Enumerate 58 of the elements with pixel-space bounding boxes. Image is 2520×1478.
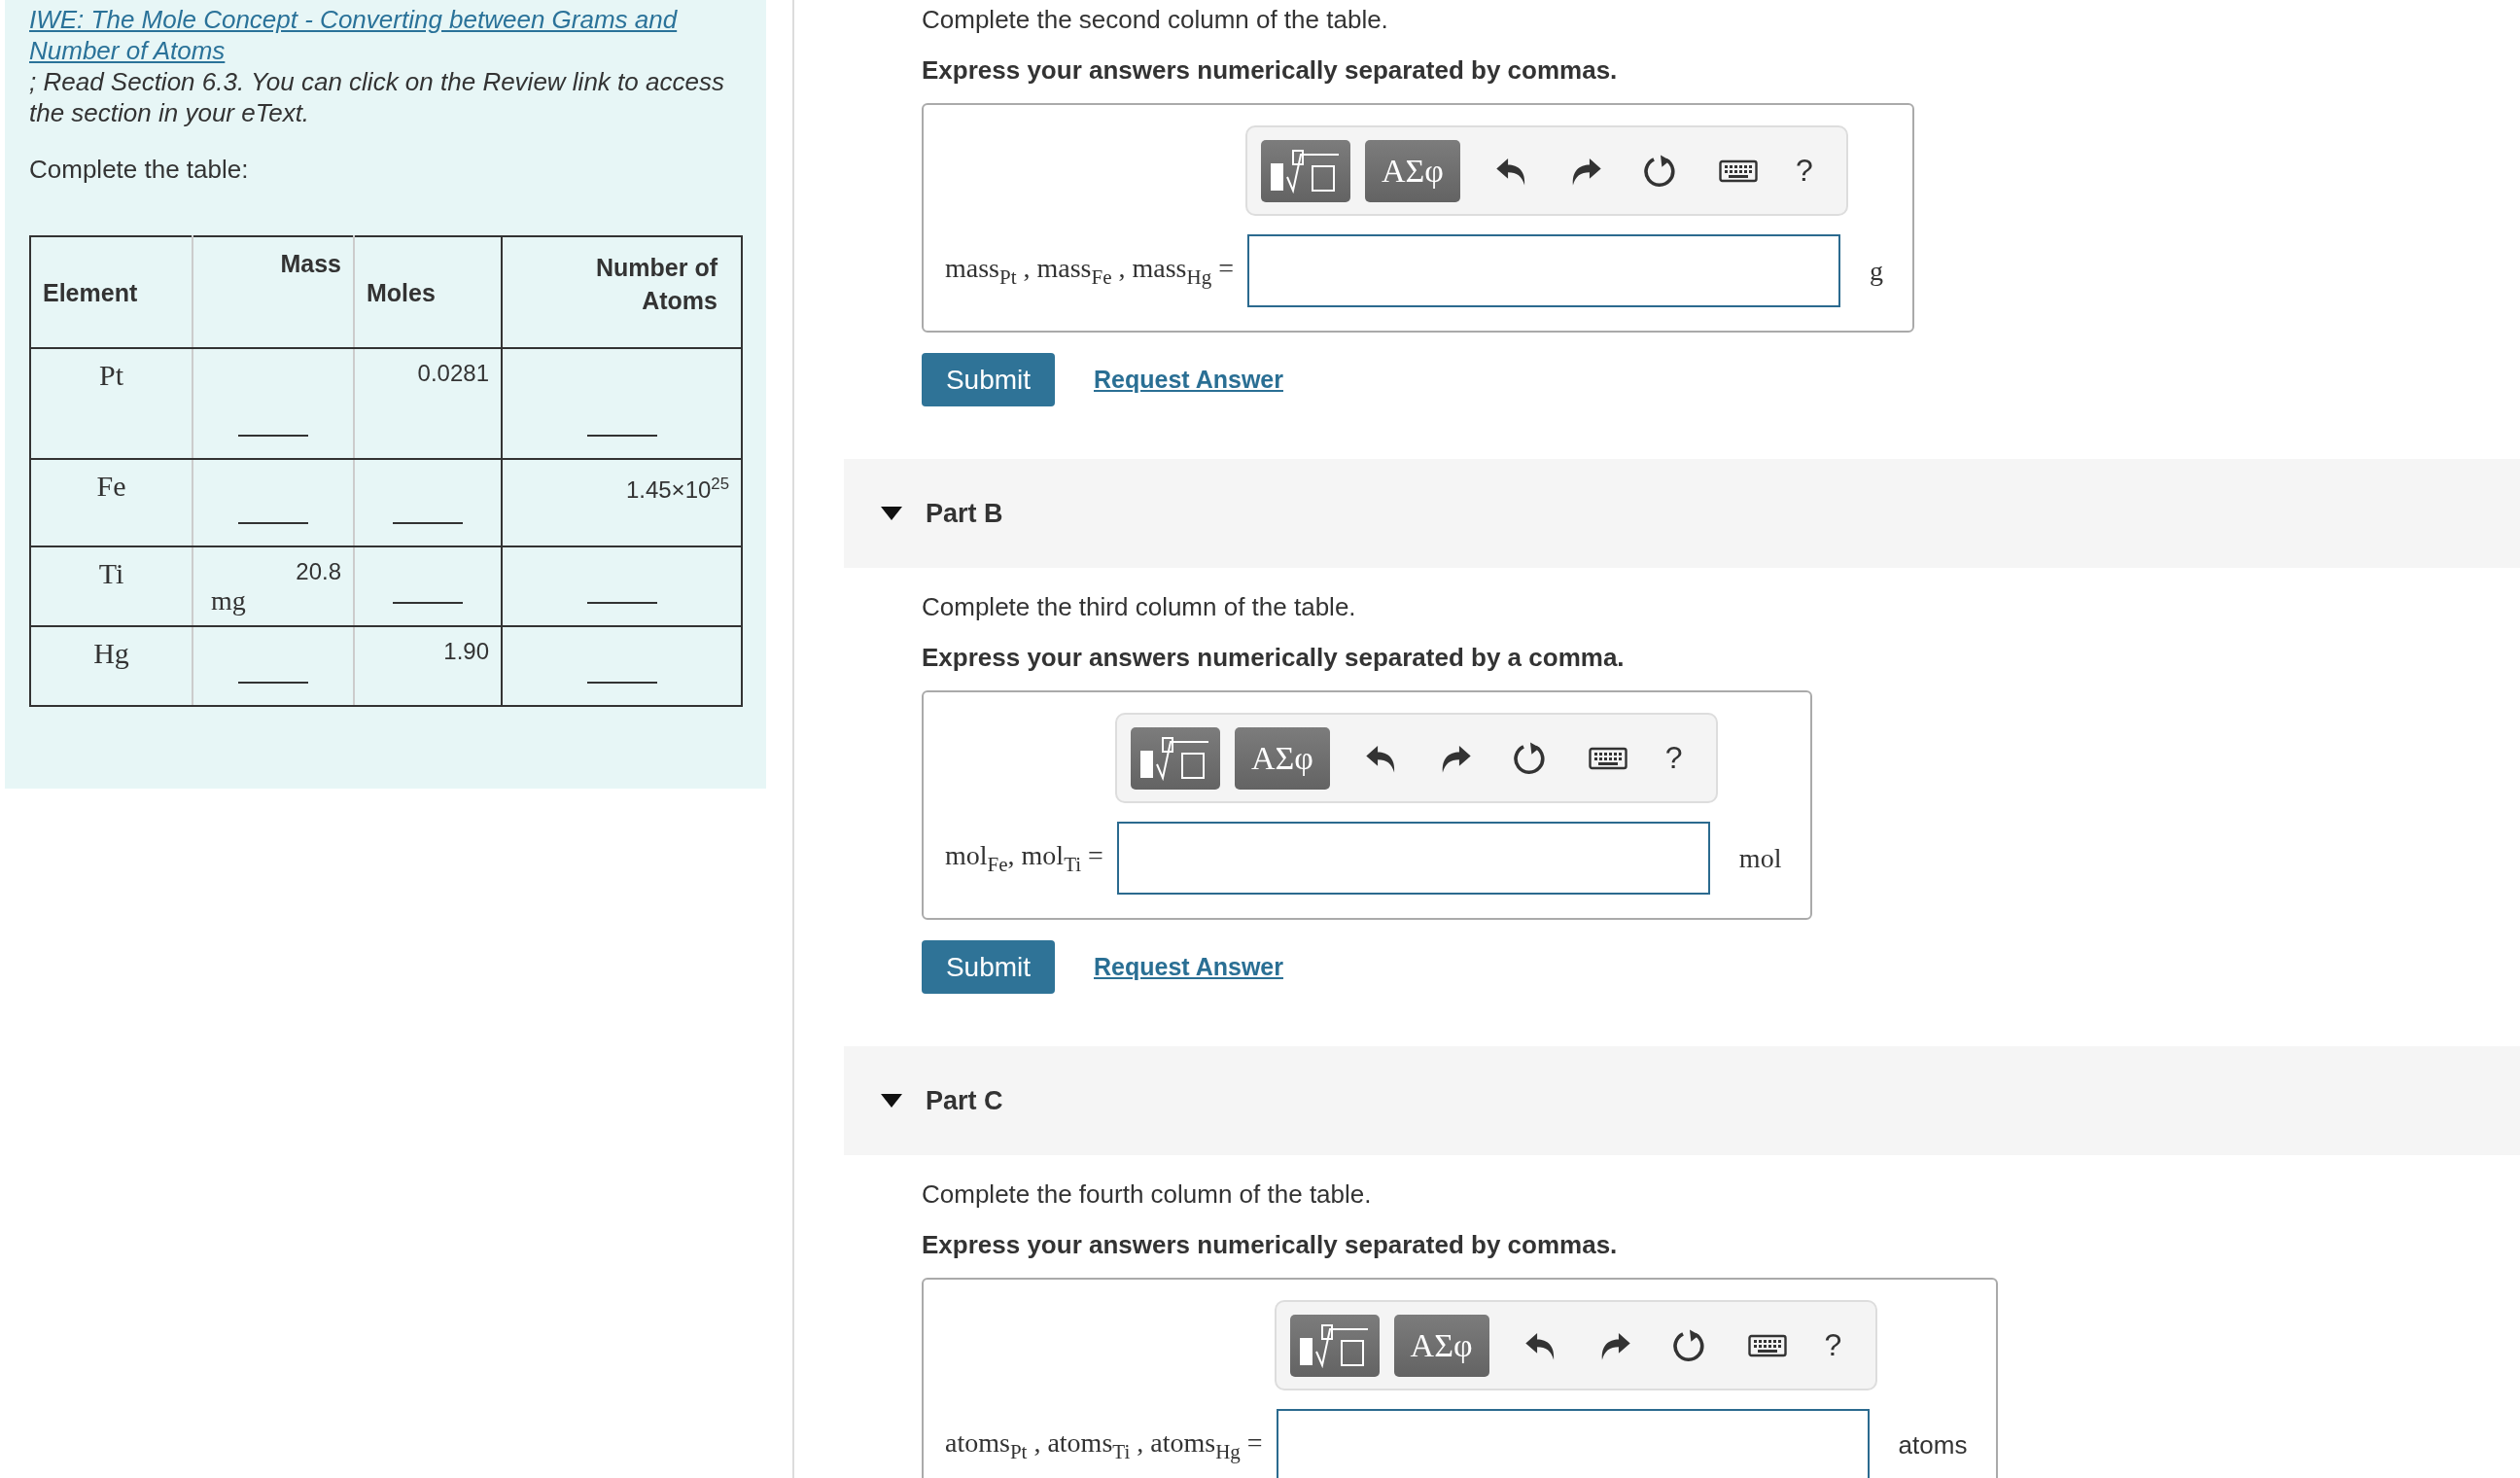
fill-in-line bbox=[393, 602, 463, 604]
request-answer-link[interactable]: Request Answer bbox=[1094, 953, 1283, 981]
unit-label: mol bbox=[1737, 842, 1782, 874]
question-prompt: Complete the third column of the table. bbox=[922, 591, 1357, 623]
templates-button[interactable] bbox=[1261, 139, 1350, 202]
unit-label: mg bbox=[210, 586, 247, 616]
cell-value: 1.45×10$^{25}$ bbox=[624, 474, 729, 505]
symbols-button[interactable]: ΑΣφ bbox=[1365, 139, 1460, 202]
answer-field[interactable] bbox=[1247, 234, 1840, 307]
review-link[interactable]: IWE: The Mole Concept - Converting between Grams and Number of Atoms bbox=[29, 4, 742, 66]
templates-button[interactable] bbox=[1130, 726, 1220, 790]
answer-label: mass$_{Pt}$ , mass$_{Fe}$ , mass$_{Hg}$ = bbox=[945, 252, 1234, 290]
help-button[interactable]: ? bbox=[1664, 740, 1683, 776]
answer-instruction: Express your answers numerically separated by commas. bbox=[922, 54, 1619, 87]
cell-value: 1.90 bbox=[442, 637, 489, 666]
cell-value: 0.0281 bbox=[416, 359, 489, 388]
help-button[interactable]: ? bbox=[1824, 1327, 1842, 1363]
element-symbol: Ti bbox=[98, 557, 124, 589]
reading-note: ; Read Section 6.3. You can click on the Review link to access the section in your eText. bbox=[29, 66, 725, 128]
answer-instruction: Express your answers numerically separated by commas. bbox=[922, 1229, 1619, 1261]
question-prompt: Complete the second column of the table. bbox=[922, 4, 1389, 36]
answer-field[interactable] bbox=[1116, 822, 1710, 895]
templates-button[interactable] bbox=[1289, 1314, 1380, 1377]
element-symbol: Fe bbox=[96, 470, 126, 502]
column-header: Moles bbox=[367, 278, 436, 306]
column-header: Number of Atoms bbox=[596, 254, 718, 314]
unit-label: atoms bbox=[1897, 1430, 1968, 1460]
question-prompt: Complete the fourth column of the table. bbox=[922, 1179, 1373, 1211]
column-header: Element bbox=[43, 278, 138, 306]
part-title: Part B bbox=[926, 498, 1003, 529]
instruction-text: Complete the table: bbox=[29, 154, 250, 186]
symbols-button[interactable]: ΑΣφ bbox=[1234, 726, 1330, 790]
element-symbol: Pt bbox=[99, 359, 123, 391]
answer-field[interactable] bbox=[1276, 1409, 1870, 1478]
answer-instruction: Express your answers numerically separated by a comma. bbox=[922, 642, 1626, 674]
column-header: Mass bbox=[280, 250, 341, 277]
submit-button[interactable]: Submit bbox=[922, 940, 1055, 994]
answer-label: atoms$_{Pt}$ , atoms$_{Ti}$ , atoms$_{Hg}$ = bbox=[945, 1426, 1263, 1464]
collapse-triangle-icon[interactable] bbox=[881, 507, 902, 520]
keyboard-icon[interactable] bbox=[1719, 158, 1758, 184]
element-symbol: Hg bbox=[93, 637, 129, 669]
cell-value: 20.8 bbox=[295, 557, 341, 586]
symbols-button[interactable]: ΑΣφ bbox=[1393, 1314, 1489, 1377]
fill-in-line bbox=[238, 522, 308, 524]
request-answer-link[interactable]: Request Answer bbox=[1094, 366, 1283, 394]
keyboard-icon[interactable] bbox=[1588, 745, 1628, 771]
fill-in-line bbox=[238, 435, 308, 437]
submit-button[interactable]: Submit bbox=[922, 353, 1055, 406]
fill-in-line bbox=[393, 522, 463, 524]
part-header[interactable]: Part B bbox=[844, 459, 2520, 568]
part-title: Part C bbox=[926, 1085, 1003, 1116]
part-header[interactable]: Part C bbox=[844, 1046, 2520, 1155]
answer-label: mol$_{Fe}$, mol$_{Ti}$ = bbox=[945, 839, 1103, 877]
unit-label: g bbox=[1869, 255, 1883, 287]
help-button[interactable]: ? bbox=[1796, 153, 1813, 189]
collapse-triangle-icon[interactable] bbox=[881, 1094, 902, 1108]
fill-in-line bbox=[238, 682, 308, 684]
keyboard-icon[interactable] bbox=[1747, 1332, 1787, 1358]
